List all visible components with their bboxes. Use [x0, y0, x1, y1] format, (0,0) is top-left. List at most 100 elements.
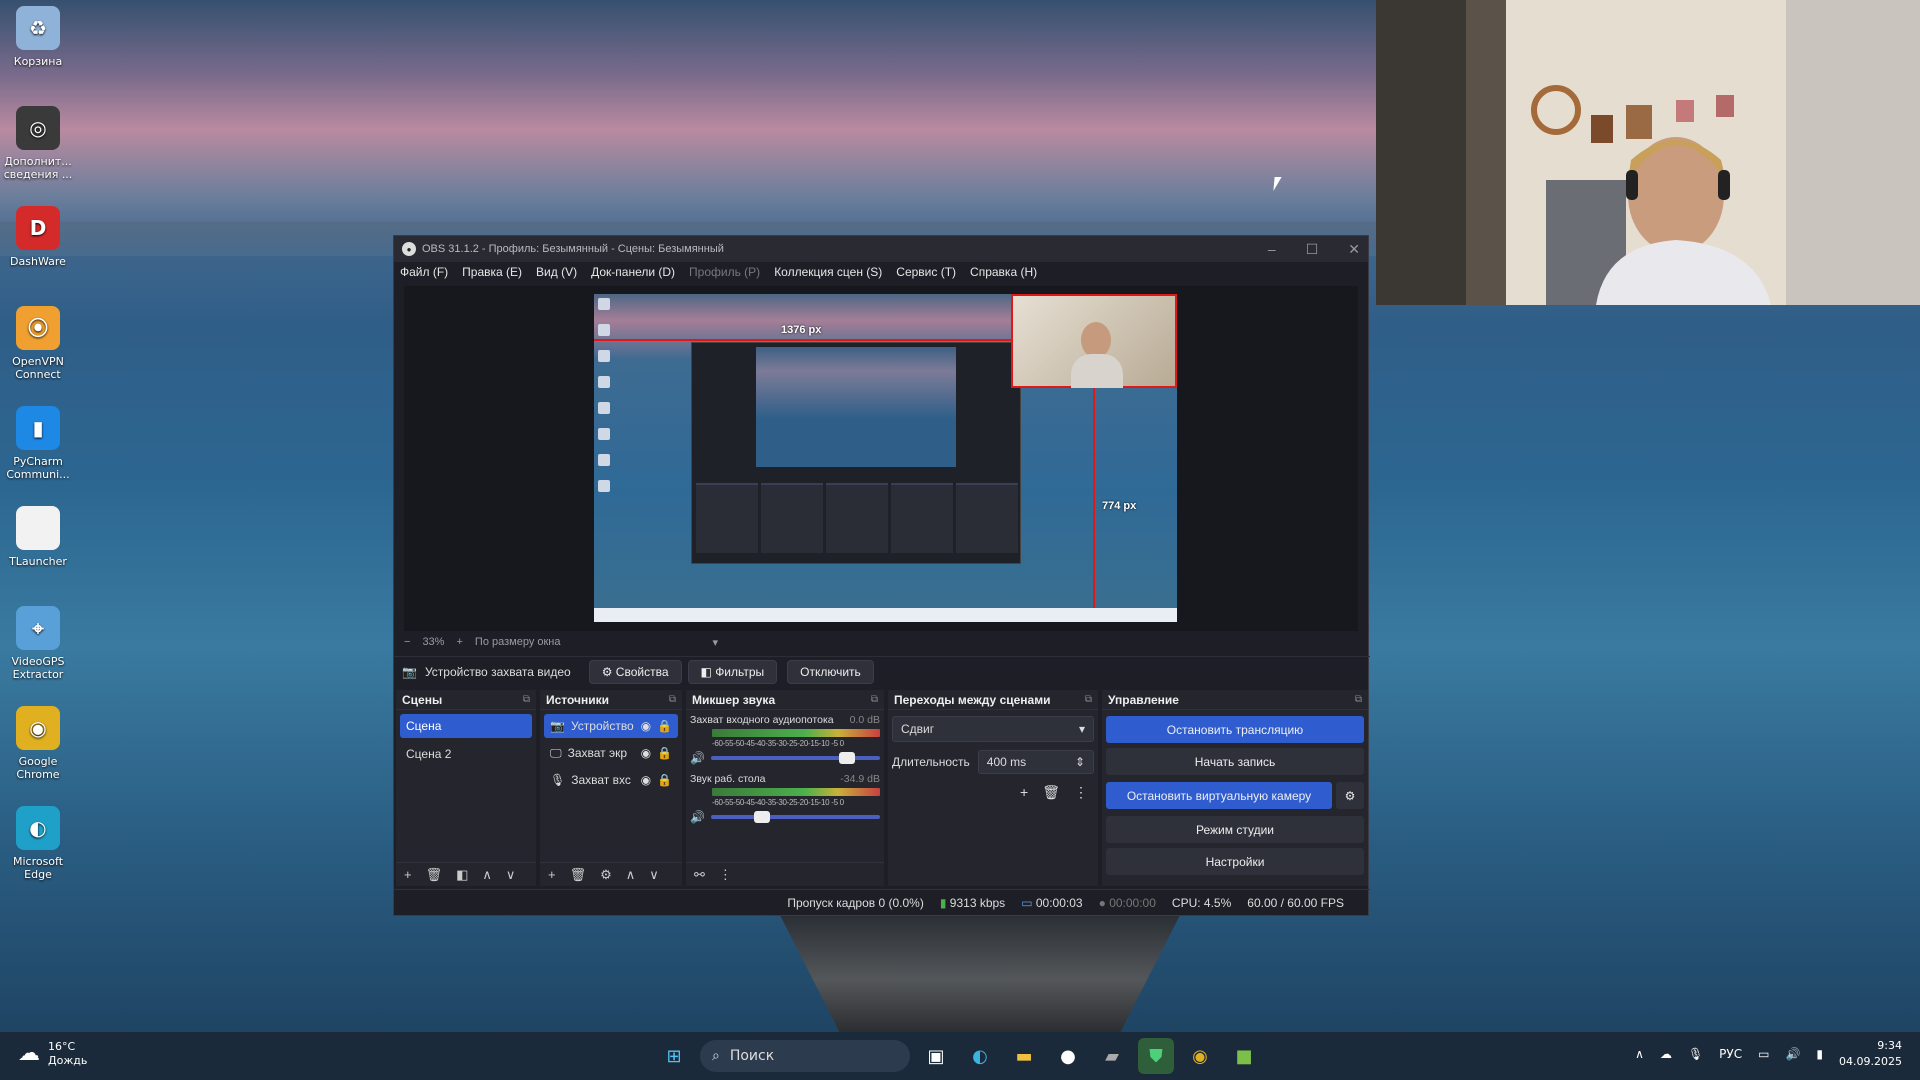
file-explorer-icon[interactable]: ▬	[1006, 1038, 1042, 1074]
source-item[interactable]: 🎙 Захват вхс ◉ 🔒	[544, 768, 678, 792]
studio-mode-button[interactable]: Режим студии	[1106, 816, 1364, 843]
chevron-down-icon[interactable]: ▾	[713, 636, 719, 649]
taskbar-center: ⊞ ⌕ Поиск ▣ ◐ ▬ ● ▰ ⛊ ◉ ■	[656, 1038, 1262, 1074]
filters-button[interactable]: ◧ Фильтры	[687, 659, 778, 684]
source-item[interactable]: 🖵 Захват экр ◉ 🔒	[544, 741, 678, 765]
minimize-icon[interactable]: –	[1268, 241, 1276, 258]
disable-button[interactable]: Отключить	[787, 659, 874, 684]
edge-icon[interactable]: ◐	[962, 1038, 998, 1074]
add-icon[interactable]: +	[548, 867, 556, 882]
eye-icon[interactable]: ◉	[641, 746, 651, 760]
duration-input[interactable]: 400 ms ⇕	[977, 750, 1094, 774]
volume-slider[interactable]	[710, 811, 880, 823]
maximize-icon[interactable]: ☐	[1306, 241, 1319, 258]
vpn-shield-icon[interactable]: ⛊	[1138, 1038, 1174, 1074]
desktop-icon[interactable]: ▮ PyCharm Communi...	[0, 406, 76, 506]
stepper-icon[interactable]: ⇕	[1075, 755, 1085, 769]
filter-icon[interactable]: ◧	[456, 867, 468, 883]
search-box[interactable]: ⌕ Поиск	[700, 1040, 910, 1072]
volume-knob[interactable]	[754, 811, 771, 823]
desktop-icon[interactable]: TLauncher	[0, 506, 76, 606]
close-icon[interactable]: ✕	[1348, 241, 1360, 258]
menu-tools[interactable]: Сервис (T)	[896, 265, 956, 279]
transition-select[interactable]: Сдвиг ▾	[892, 716, 1094, 742]
start-record-button[interactable]: Начать запись	[1106, 748, 1364, 775]
meter-scale: -60-55-50-45-40-35-30-25-20-15-10 -5 0	[712, 739, 844, 748]
minecraft-icon[interactable]: ■	[1226, 1038, 1262, 1074]
lock-icon[interactable]: 🔒	[657, 773, 672, 787]
dock-undock-icon[interactable]: ⧉	[669, 694, 676, 705]
eye-icon[interactable]: ◉	[641, 719, 651, 733]
language-indicator[interactable]: РУС	[1719, 1047, 1742, 1061]
arrow-down-icon[interactable]: ∨	[649, 867, 659, 883]
mouse-cursor	[1273, 177, 1282, 191]
trash-icon[interactable]: 🗑	[570, 867, 587, 883]
speaker-icon[interactable]: 🔊	[690, 751, 705, 765]
dock-undock-icon[interactable]: ⧉	[871, 694, 878, 705]
chevron-up-icon[interactable]: ∧	[1635, 1047, 1644, 1061]
arrow-up-icon[interactable]: ∧	[482, 867, 492, 883]
menu-docks[interactable]: Док-панели (D)	[591, 265, 675, 279]
menu-bar: Файл (F) Правка (E) Вид (V) Док-панели (…	[394, 262, 1368, 282]
speaker-icon[interactable]: 🔊	[690, 810, 705, 824]
menu-scene-collection[interactable]: Коллекция сцен (S)	[774, 265, 882, 279]
add-icon[interactable]: +	[1020, 784, 1028, 801]
more-icon[interactable]: ⋮	[719, 867, 732, 883]
link-icon[interactable]: ⚯	[694, 867, 705, 883]
microphone-icon[interactable]: 🎙	[1688, 1047, 1703, 1061]
arrow-down-icon[interactable]: ∨	[506, 867, 516, 883]
desktop-icon[interactable]: D DashWare	[0, 206, 76, 306]
weather-widget[interactable]: ☁ 16°C Дождь	[18, 1040, 87, 1068]
webcam-source-selected[interactable]	[1011, 294, 1177, 388]
add-icon[interactable]: +	[404, 867, 412, 882]
scene-item[interactable]: Сцена	[400, 714, 532, 738]
start-button[interactable]: ⊞	[656, 1038, 692, 1074]
volume-knob[interactable]	[838, 752, 855, 764]
obs-taskbar-icon[interactable]: ●	[1050, 1038, 1086, 1074]
desktop-icon[interactable]: ♻ Корзина	[0, 6, 76, 106]
source-item[interactable]: 📷 Устройство ◉ 🔒	[544, 714, 678, 738]
dock-undock-icon[interactable]: ⧉	[1355, 694, 1362, 705]
menu-profile[interactable]: Профиль (P)	[689, 265, 760, 279]
volume-icon[interactable]: 🔊	[1785, 1047, 1800, 1061]
stop-stream-button[interactable]: Остановить трансляцию	[1106, 716, 1364, 743]
settings-button[interactable]: Настройки	[1106, 848, 1364, 875]
gear-icon[interactable]: ⚙	[600, 867, 612, 883]
app-icon[interactable]: ▰	[1094, 1038, 1130, 1074]
zoom-out-button[interactable]: −	[404, 636, 410, 648]
menu-edit[interactable]: Правка (E)	[462, 265, 522, 279]
zoom-in-button[interactable]: +	[456, 636, 462, 648]
network-icon[interactable]: ▭	[1758, 1047, 1769, 1061]
desktop-icon[interactable]: ⌖ VideoGPS Extractor	[0, 606, 76, 706]
lock-icon[interactable]: 🔒	[657, 746, 672, 760]
lock-icon[interactable]: 🔒	[657, 719, 672, 733]
battery-icon[interactable]: ▮	[1816, 1047, 1823, 1061]
desktop-icon[interactable]: ◉ Google Chrome	[0, 706, 76, 806]
trash-icon[interactable]: 🗑	[426, 867, 443, 883]
desktop-icon[interactable]: ◎ Дополнит... сведения ...	[0, 106, 76, 206]
scene-item[interactable]: Сцена 2	[400, 742, 532, 766]
menu-view[interactable]: Вид (V)	[536, 265, 577, 279]
virtual-camera-settings-button[interactable]: ⚙	[1336, 782, 1364, 809]
eye-icon[interactable]: ◉	[641, 773, 651, 787]
menu-help[interactable]: Справка (H)	[970, 265, 1037, 279]
zoom-mode[interactable]: По размеру окна	[475, 636, 561, 648]
dock-undock-icon[interactable]: ⧉	[523, 694, 530, 705]
volume-slider[interactable]	[710, 752, 880, 764]
dock-undock-icon[interactable]: ⧉	[1085, 694, 1092, 705]
preview-canvas[interactable]: 1376 px 774 px	[594, 294, 1177, 622]
search-placeholder: Поиск	[729, 1048, 775, 1064]
clock[interactable]: 9:34 04.09.2025	[1839, 1038, 1902, 1070]
properties-button[interactable]: ⚙ Свойства	[588, 659, 682, 684]
stop-virtual-camera-button[interactable]: Остановить виртуальную камеру	[1106, 782, 1332, 809]
preview-area[interactable]: 1376 px 774 px	[404, 286, 1358, 631]
trash-icon[interactable]: 🗑	[1042, 784, 1060, 801]
task-view-icon[interactable]: ▣	[918, 1038, 954, 1074]
desktop-icon[interactable]: ◐ Microsoft Edge	[0, 806, 76, 906]
more-icon[interactable]: ⋮	[1074, 784, 1088, 801]
chrome-icon[interactable]: ◉	[1182, 1038, 1218, 1074]
arrow-up-icon[interactable]: ∧	[626, 867, 636, 883]
menu-file[interactable]: Файл (F)	[400, 265, 448, 279]
cloud-icon[interactable]: ☁	[1660, 1047, 1672, 1061]
desktop-icon[interactable]: ⦿ OpenVPN Connect	[0, 306, 76, 406]
